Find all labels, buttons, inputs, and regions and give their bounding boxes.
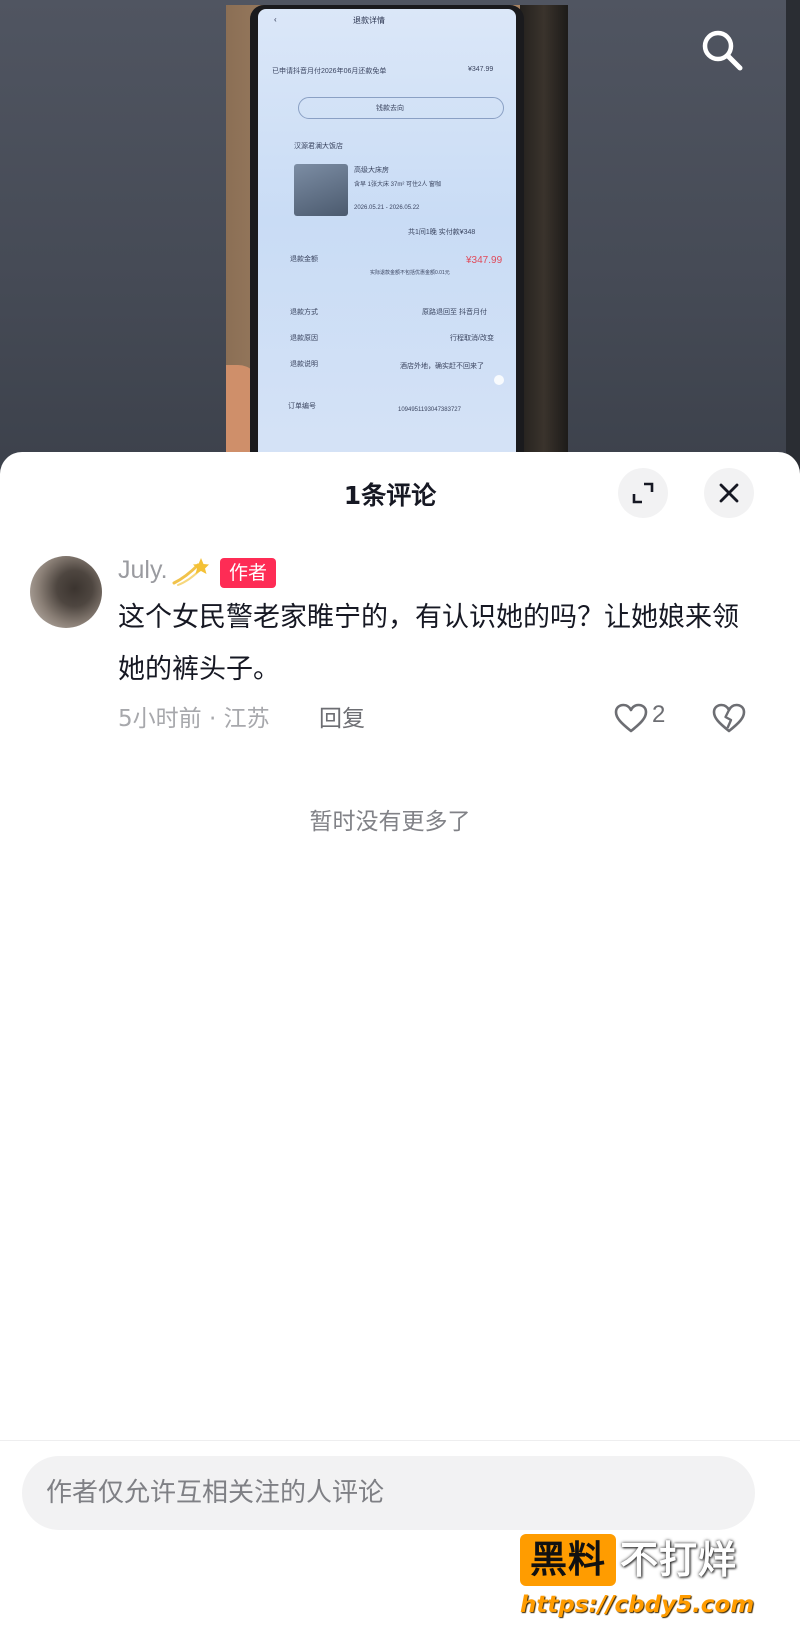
close-button[interactable] [704, 468, 754, 518]
screen-nav-title: 退款详情 [353, 16, 385, 25]
expand-button[interactable] [618, 468, 668, 518]
screen-room-name: 高级大床房 [354, 167, 389, 174]
phone-case [520, 5, 568, 480]
comment-sheet: 1条评论 July. 作者 这个女民警老家睢宁的，有认识她的吗？让她娘来领她的裤… [0, 452, 800, 1646]
author-badge: 作者 [220, 558, 277, 588]
avatar[interactable] [30, 556, 102, 628]
like-count: 2 [652, 701, 666, 728]
close-icon [719, 483, 739, 503]
screen-refund-reason: 行程取消/改变 [450, 335, 494, 342]
screen-refund-reason-label: 退款原因 [290, 335, 318, 342]
screen-refund-note: 实际退款金额不包括优惠金额0.01元 [370, 270, 450, 276]
video-edge [786, 0, 800, 480]
screen-hotel-name: 汉源君澜大饭店 [294, 143, 343, 150]
back-chevron-icon: ‹ [274, 15, 277, 24]
screen-summary: 已申请抖音月付2026年06月还款免单 [272, 68, 387, 75]
comment-username[interactable]: July. [118, 556, 168, 585]
screen-refund-desc: 酒店外地，确实赶不回来了 [400, 363, 484, 370]
watermark: 黑料 不打烊 https://cbdy5.com [520, 1532, 784, 1646]
screen-order-no: 1094951193047383727 [398, 407, 461, 413]
screen-refund-desc-label: 退款说明 [290, 361, 318, 368]
divider [0, 1440, 800, 1441]
comment-text[interactable]: 这个女民警老家睢宁的，有认识她的吗？让她娘来领她的裤头子。 [118, 592, 758, 696]
screen-refund-method: 原路退回至 抖音月付 [422, 309, 487, 316]
screen-refund-amount-label: 退款金额 [290, 256, 318, 263]
search-icon[interactable] [698, 26, 746, 74]
screen-date-range: 2026.05.21 - 2026.05.22 [354, 205, 420, 211]
screen-refund-dest-label: 钱款去向 [376, 105, 404, 112]
expand-icon [632, 482, 654, 504]
screen-refund-method-label: 退款方式 [290, 309, 318, 316]
broken-heart-icon[interactable] [712, 702, 746, 734]
screen-order-no-label: 订单编号 [288, 403, 316, 410]
video-frame-photo: ‹ 退款详情 已申请抖音月付2026年06月还款免单 ¥347.99 钱款去向 … [226, 5, 568, 480]
shooting-star-icon [172, 558, 209, 586]
hotel-thumbnail [294, 164, 348, 216]
video-background[interactable]: ‹ 退款详情 已申请抖音月付2026年06月还款免单 ¥347.99 钱款去向 … [0, 0, 800, 480]
no-more-comments: 暂时没有更多了 [309, 809, 471, 835]
screen-summary-amount: ¥347.99 [468, 66, 494, 73]
screen-paid-line: 共1间1晚 实付款¥348 [408, 229, 476, 236]
heart-icon[interactable] [613, 702, 649, 734]
watermark-url: https://cbdy5.com [520, 1592, 755, 1618]
phone-in-video: ‹ 退款详情 已申请抖音月付2026年06月还款免单 ¥347.99 钱款去向 … [250, 5, 524, 480]
phone-screen: ‹ 退款详情 已申请抖音月付2026年06月还款免单 ¥347.99 钱款去向 … [258, 9, 516, 480]
screen-room-desc: 含早 1张大床 37m² 可住2人 窗咖 [354, 182, 442, 188]
comment-input[interactable]: 作者仅允许互相关注的人评论 [22, 1456, 755, 1530]
watermark-text: 不打烊 [620, 1538, 738, 1582]
comment-time-location: 5小时前 · 江苏 [118, 706, 270, 732]
video-progress-dot [494, 375, 504, 385]
reply-button[interactable]: 回复 [319, 699, 365, 733]
watermark-badge: 黑料 [520, 1534, 616, 1586]
screen-refund-amount: ¥347.99 [466, 255, 503, 266]
